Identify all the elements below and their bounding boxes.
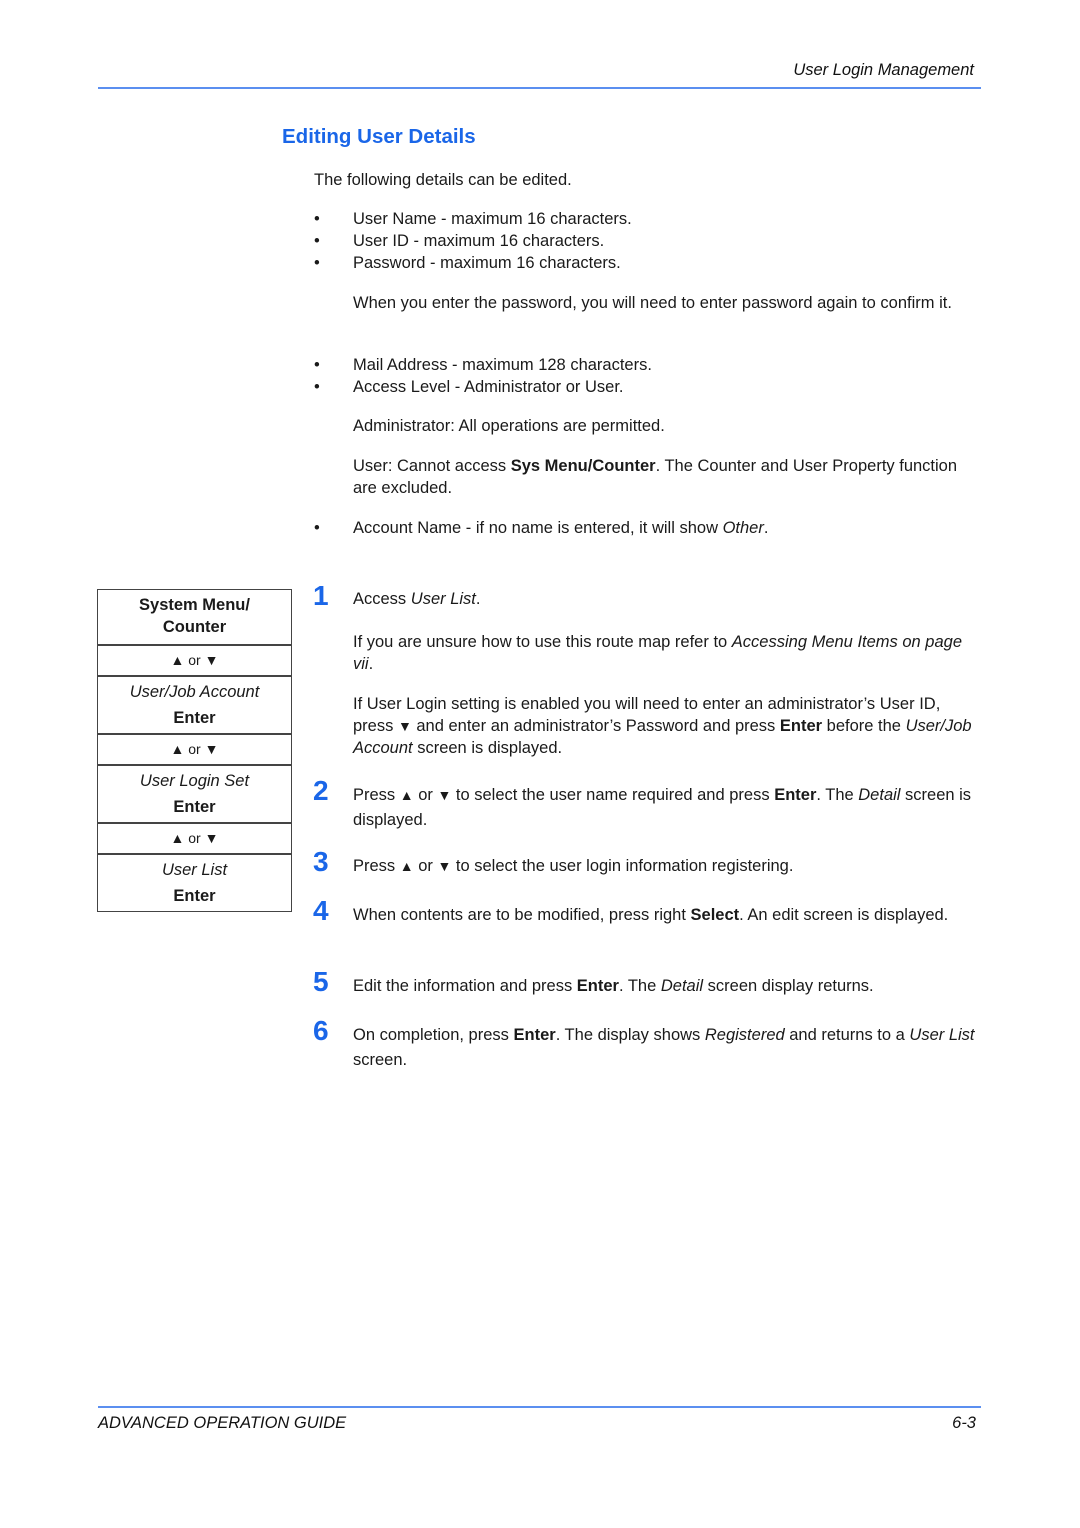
guide-title: ADVANCED OPERATION GUIDE <box>98 1414 347 1432</box>
route-arrow: ▲ or ▼ <box>98 734 291 765</box>
step-6-text: On completion, press Enter. The display … <box>353 1026 975 1069</box>
step-2-text: Press ▲ or ▼ to select the user name req… <box>353 786 972 829</box>
route-arrow: ▲ or ▼ <box>98 645 291 676</box>
step-3-text: Press ▲ or ▼ to select the user login in… <box>353 857 794 875</box>
header-rule <box>98 87 981 89</box>
route-map-title: System Menu/ Counter <box>98 590 291 645</box>
step-number: 2 <box>313 775 329 806</box>
bullet-icon: • <box>314 378 320 396</box>
bullet-icon: • <box>314 519 320 537</box>
bullet-icon: • <box>314 254 320 272</box>
up-arrow-icon: ▲ <box>170 652 185 668</box>
step-number: 3 <box>313 846 329 877</box>
field-list: • User Name - maximum 16 characters. • Use… <box>314 208 974 274</box>
down-arrow-icon: ▼ <box>397 718 412 734</box>
up-arrow-icon: ▲ <box>399 858 414 874</box>
route-map: System Menu/ Counter ▲ or ▼ User/Job Acc… <box>97 589 292 912</box>
intro-text: The following details can be edited. <box>314 171 572 189</box>
step-number: 1 <box>313 580 329 611</box>
step-number: 4 <box>313 895 329 926</box>
route-arrow: ▲ or ▼ <box>98 823 291 854</box>
account-field: • Account Name - if no name is entered, i… <box>314 517 974 539</box>
page-number: 6-3 <box>952 1414 976 1432</box>
list-item: • User ID - maximum 16 characters. <box>314 232 605 250</box>
list-item: • Mail Address - maximum 128 characters. <box>314 356 652 374</box>
admin-note: Administrator: All operations are permit… <box>353 417 665 435</box>
list-item: • User Name - maximum 16 characters. <box>314 210 632 228</box>
bullet-icon: • <box>314 356 320 374</box>
route-item: User/Job Account Enter <box>98 676 291 734</box>
list-item: • Account Name - if no name is entered, i… <box>314 519 769 537</box>
down-arrow-icon: ▼ <box>204 652 219 668</box>
running-header: User Login Management <box>793 61 974 79</box>
footer-rule <box>98 1406 981 1408</box>
step-4-text: When contents are to be modified, press … <box>353 906 949 924</box>
step-number: 6 <box>313 1015 329 1046</box>
step-5-text: Edit the information and press Enter. Th… <box>353 977 874 995</box>
step-1-login-note: If User Login setting is enabled you wil… <box>353 695 972 757</box>
down-arrow-icon: ▼ <box>204 741 219 757</box>
step-1-text: Access User List. <box>353 590 481 608</box>
list-item: • Access Level - Administrator or User. <box>314 378 624 396</box>
route-item: User List Enter <box>98 854 291 912</box>
down-arrow-icon: ▼ <box>437 787 452 803</box>
up-arrow-icon: ▲ <box>170 830 185 846</box>
password-note: When you enter the password, you will ne… <box>353 294 952 312</box>
step-number: 5 <box>313 966 329 997</box>
down-arrow-icon: ▼ <box>204 830 219 846</box>
bullet-icon: • <box>314 232 320 250</box>
field-list-2: • Mail Address - maximum 128 characters. … <box>314 354 974 398</box>
list-item: • Password - maximum 16 characters. <box>314 254 621 272</box>
down-arrow-icon: ▼ <box>437 858 452 874</box>
bullet-icon: • <box>314 210 320 228</box>
section-title: Editing User Details <box>282 125 476 148</box>
step-1-route-note: If you are unsure how to use this route … <box>353 633 963 673</box>
up-arrow-icon: ▲ <box>170 741 185 757</box>
up-arrow-icon: ▲ <box>399 787 414 803</box>
user-note: User: Cannot access Sys Menu/Counter. Th… <box>353 457 958 497</box>
route-item: User Login Set Enter <box>98 765 291 823</box>
